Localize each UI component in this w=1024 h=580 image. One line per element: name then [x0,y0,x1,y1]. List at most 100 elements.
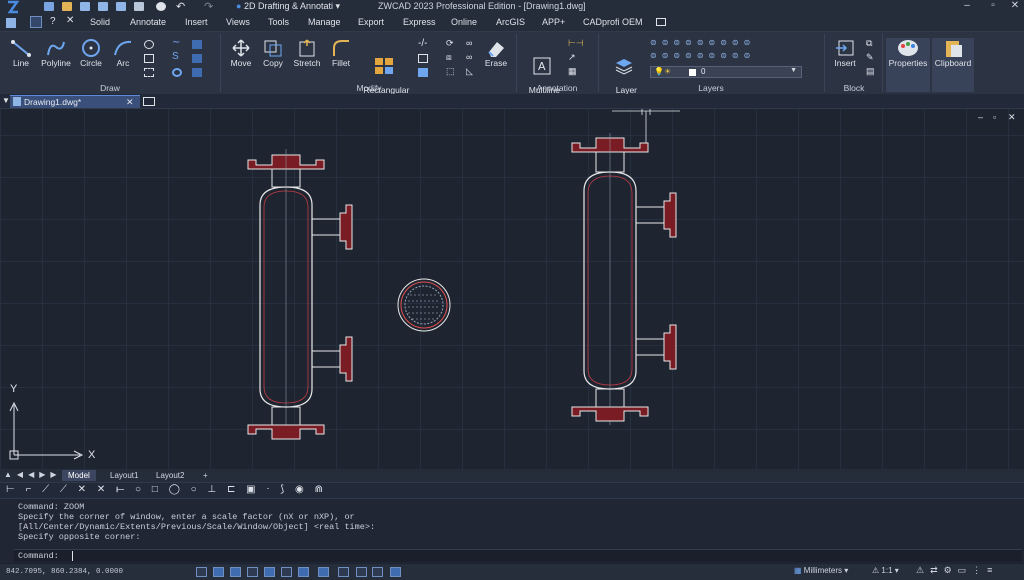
edit-block-icon[interactable]: ✎ [866,52,874,63]
units-selector[interactable]: ▦ Millimeters ▾ [794,566,848,577]
spline-icon[interactable]: ∼ [172,37,180,48]
tab-model[interactable]: Model [62,470,96,481]
join-icon[interactable]: ∞ [466,52,472,62]
explode-icon[interactable] [418,68,428,77]
layer-tools-row-1[interactable]: ⊜⊜⊜⊜⊜⊜⊜⊜⊜ [650,38,820,50]
modify-group-label: Modify [356,83,382,93]
chamfer-icon[interactable]: ◺ [466,66,473,77]
grid-toggle-icon[interactable] [196,567,207,577]
redo-icon[interactable]: ↷ [204,0,213,13]
line-button[interactable]: Line [6,38,36,68]
minimize-icon[interactable]: – [960,0,974,11]
tab-export[interactable]: Export [358,17,384,27]
polar-toggle-icon[interactable] [247,567,258,577]
circle-button[interactable]: Circle [76,38,106,68]
tab-annotate[interactable]: Annotate [130,17,166,27]
osnap-toggle-icon[interactable] [264,567,275,577]
hatch-icon[interactable] [192,40,202,49]
revcloud-icon[interactable]: S [172,51,179,62]
tab-app-plus[interactable]: APP+ [542,17,565,27]
match-icon[interactable] [156,2,166,11]
fillet-button[interactable]: Fillet [326,38,356,68]
workspace-label: 2D Drafting & Annotati [243,1,334,11]
copy-button[interactable]: Copy [258,38,288,68]
boundary-icon[interactable] [192,68,202,77]
create-block-icon[interactable]: ⧉ [866,38,872,49]
document-tab[interactable]: Drawing1.dwg* ✕ [10,95,140,108]
lineweight-toggle-icon[interactable] [298,567,309,577]
drawing-canvas[interactable]: – ▫ ✕ Y X [0,109,1024,469]
ortho-toggle-icon[interactable] [230,567,241,577]
move-button[interactable]: Move [226,38,256,68]
tab-express[interactable]: Express [403,17,436,27]
tab-layout2[interactable]: Layout2 [150,470,190,481]
scale-icon[interactable]: ⬚ [446,66,455,77]
tab-layout1[interactable]: Layout1 [104,470,144,481]
rotate-icon[interactable]: ⟳ [446,38,454,49]
app-menu-icon[interactable] [6,18,16,28]
arc-button[interactable]: Arc [108,38,138,68]
tab-cadprofi-oem[interactable]: CADprofi OEM [583,17,643,27]
ellipse-icon[interactable] [144,40,154,49]
help-icon[interactable]: ? [50,16,56,27]
status-tray-icons[interactable]: ⚠⇄⚙▭⋮≡ [916,565,998,576]
selection-cycling-icon[interactable] [356,567,367,577]
tab-manage[interactable]: Manage [308,17,341,27]
otrack-toggle-icon[interactable] [281,567,292,577]
polyline-button[interactable]: Polyline [38,38,74,68]
donut-icon[interactable] [172,68,182,77]
workspace-selector[interactable]: ● 2D Drafting & Annotati ▾ [236,1,340,13]
polyline-label: Polyline [41,58,71,68]
erase-button[interactable]: Erase [482,38,510,68]
draw-tools[interactable]: ⊢ ⌐ ⟋ ⟋ ✕ ✕ ⟝ ○ □ ◯ ○ ⊥ ⊏ ▣ ⋅ ⟆ ◉ ⋒ [6,484,327,495]
save-as-icon[interactable] [98,2,108,11]
linear-dimension-icon[interactable]: ⊢⊣ [568,38,584,49]
pointer-icon[interactable] [30,16,42,28]
close-tab-icon[interactable]: ✕ [126,97,134,108]
tab-insert[interactable]: Insert [185,17,208,27]
restore-icon[interactable]: ▫ [986,0,1000,11]
dynamic-input-toggle-icon[interactable] [318,567,329,577]
tab-tools[interactable]: Tools [268,17,289,27]
table-icon[interactable]: ▦ [568,66,577,77]
mirror-icon[interactable]: ⧈ [446,52,452,63]
close-panel-icon[interactable]: ✕ [66,15,74,26]
annotation-monitor-icon[interactable] [372,567,383,577]
clipboard-button[interactable]: Clipboard [932,38,974,92]
circle-icon [82,39,100,57]
transparency-toggle-icon[interactable] [338,567,349,577]
open-icon[interactable] [62,2,72,11]
ribbon-toggle-icon[interactable] [656,18,666,26]
new-icon[interactable] [44,2,54,11]
region-icon[interactable] [144,68,154,77]
close-icon[interactable]: ✕ [1008,0,1022,11]
break-icon[interactable]: ∞ [466,38,472,48]
insert-block-button[interactable]: Insert [830,38,860,68]
attribute-icon[interactable]: ▤ [866,66,875,77]
print-icon[interactable] [116,2,126,11]
new-tab-icon[interactable] [143,97,155,106]
tab-list-icon[interactable]: ▼ [2,96,10,105]
stretch-button[interactable]: Stretch [290,38,324,68]
rectangle-icon[interactable] [144,54,154,63]
save-icon[interactable] [80,2,90,11]
plot-preview-icon[interactable] [134,2,144,11]
add-layout-tab[interactable]: + [197,470,214,481]
layout-scroll-icons[interactable]: ▲◀◀▶▶ [4,470,62,479]
leader-icon[interactable]: ↗ [568,52,576,63]
command-input[interactable]: Command: [14,549,1022,562]
layer-tools-row-2[interactable]: ⊜⊜⊜⊜⊜⊜⊜⊜⊜ [650,51,820,63]
trim-icon[interactable]: -/- [418,38,427,49]
snap-toggle-icon[interactable] [213,567,224,577]
gradient-icon[interactable] [192,54,202,63]
undo-icon[interactable]: ↶ [176,0,185,13]
annotation-scale-selector[interactable]: ⚠ 1:1 ▾ [872,566,899,577]
tab-online[interactable]: Online [451,17,477,27]
tab-solid[interactable]: Solid [90,17,110,27]
tab-views[interactable]: Views [226,17,250,27]
offset-icon[interactable] [418,54,428,63]
properties-button[interactable]: Properties [886,38,930,92]
tab-arcgis[interactable]: ArcGIS [496,17,525,27]
layer-dropdown[interactable]: 💡☀ 0 ▼ [650,66,802,78]
ucs-toggle-icon[interactable] [390,567,401,577]
